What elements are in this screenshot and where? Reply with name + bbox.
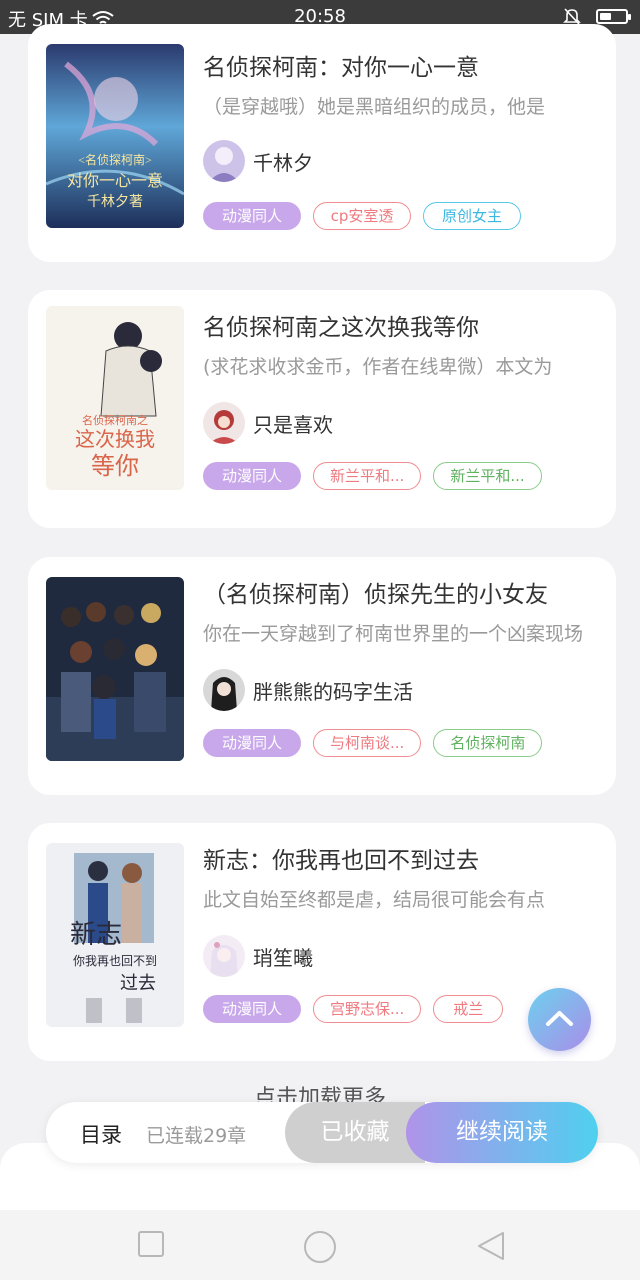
book-title[interactable]: （名侦探柯南）侦探先生的小女友 xyxy=(203,575,598,609)
system-nav-bar xyxy=(0,1210,640,1280)
scroll-top-button[interactable] xyxy=(528,988,591,1051)
status-right xyxy=(562,6,631,26)
cover-title: 这次换我 xyxy=(75,428,155,451)
author-name: 只是喜欢 xyxy=(253,412,333,437)
book-description: 此文自始至终都是虐，结局很可能会有点 xyxy=(203,889,546,911)
triangle-back-icon[interactable] xyxy=(476,1230,506,1262)
serial-status: 已连载29章 xyxy=(146,1125,247,1147)
battery-icon xyxy=(596,8,631,24)
tag-list: 动漫同人 与柯南谈... 名侦探柯南 xyxy=(203,729,543,757)
tag[interactable]: 与柯南谈... xyxy=(313,729,422,757)
cover-subtitle: 名侦探柯南之 xyxy=(82,413,148,427)
book-card[interactable]: （名侦探柯南）侦探先生的小女友 你在一天穿越到了柯南世界里的一个凶案现场 胖熊熊… xyxy=(28,557,616,795)
book-cover[interactable]: 新志 你我再也回不到 过去 xyxy=(46,843,184,1027)
cover-subtitle: <名侦探柯南> xyxy=(78,152,152,167)
book-cover[interactable]: <名侦探柯南> 对你一心一意 千林夕著 xyxy=(46,44,184,228)
tag[interactable]: 动漫同人 xyxy=(203,995,301,1023)
book-author[interactable]: 胖熊熊的码字生活 xyxy=(203,669,413,711)
book-description: 你在一天穿越到了柯南世界里的一个凶案现场 xyxy=(203,623,584,645)
tag[interactable]: 动漫同人 xyxy=(203,729,301,757)
cover-subtitle: 你我再也回不到 xyxy=(73,954,157,968)
book-author[interactable]: 只是喜欢 xyxy=(203,402,333,444)
tag[interactable]: cp安室透 xyxy=(313,202,411,230)
tag-list: 动漫同人 宫野志保... 戒兰 xyxy=(203,995,504,1023)
tag[interactable]: 名侦探柯南 xyxy=(433,729,543,757)
square-icon[interactable] xyxy=(137,1230,165,1258)
book-author[interactable]: 琑笙曦 xyxy=(203,935,313,977)
book-description: （是穿越哦）她是黑暗组织的成员，他是 xyxy=(203,96,546,118)
cover-title: 新志 xyxy=(70,920,122,949)
avatar xyxy=(203,402,245,444)
book-card[interactable]: 名侦探柯南之 这次换我 等你 名侦探柯南之这次换我等你 (求花求收求金币，作者在… xyxy=(28,290,616,528)
author-name: 胖熊熊的码字生活 xyxy=(253,679,413,704)
cover-title: 对你一心一意 xyxy=(67,171,163,190)
book-title[interactable]: 新志：你我再也回不到过去 xyxy=(203,841,598,875)
action-bar: 目录 已连载29章 已收藏 继续阅读 xyxy=(46,1102,598,1163)
continue-reading-button[interactable]: 继续阅读 xyxy=(406,1102,598,1163)
battery-level xyxy=(600,12,611,20)
avatar xyxy=(203,669,245,711)
avatar xyxy=(203,140,245,182)
cover-title-2: 等你 xyxy=(91,453,139,480)
tag[interactable]: 新兰平和... xyxy=(433,462,542,490)
toc-button[interactable]: 目录 xyxy=(80,1119,122,1149)
book-description: (求花求收求金币，作者在线卑微）本文为 xyxy=(203,356,553,378)
bell-off-icon xyxy=(563,8,581,25)
tag[interactable]: 原创女主 xyxy=(423,202,521,230)
book-cover[interactable] xyxy=(46,577,184,761)
tag-list: 动漫同人 新兰平和... 新兰平和... xyxy=(203,462,542,490)
book-cover[interactable]: 名侦探柯南之 这次换我 等你 xyxy=(46,306,184,490)
chevron-up-icon xyxy=(546,1011,573,1026)
cover-author: 千林夕著 xyxy=(87,194,143,210)
book-title[interactable]: 名侦探柯南：对你一心一意 xyxy=(203,48,598,82)
tag[interactable]: 动漫同人 xyxy=(203,202,301,230)
tag[interactable]: 戒兰 xyxy=(433,995,504,1023)
book-card[interactable]: <名侦探柯南> 对你一心一意 千林夕著 名侦探柯南：对你一心一意 （是穿越哦）她… xyxy=(28,24,616,262)
author-name: 琑笙曦 xyxy=(253,945,313,970)
tag-list: 动漫同人 cp安室透 原创女主 xyxy=(203,202,521,230)
favorited-button[interactable]: 已收藏 xyxy=(285,1102,425,1163)
cover-subtitle-2: 过去 xyxy=(120,973,156,993)
author-name: 千林夕 xyxy=(253,150,313,175)
book-title[interactable]: 名侦探柯南之这次换我等你 xyxy=(203,308,598,342)
circle-icon[interactable] xyxy=(303,1230,337,1264)
avatar xyxy=(203,935,245,977)
tag[interactable]: 新兰平和... xyxy=(313,462,422,490)
tag[interactable]: 宫野志保... xyxy=(313,995,422,1023)
tag[interactable]: 动漫同人 xyxy=(203,462,301,490)
book-author[interactable]: 千林夕 xyxy=(203,140,313,182)
